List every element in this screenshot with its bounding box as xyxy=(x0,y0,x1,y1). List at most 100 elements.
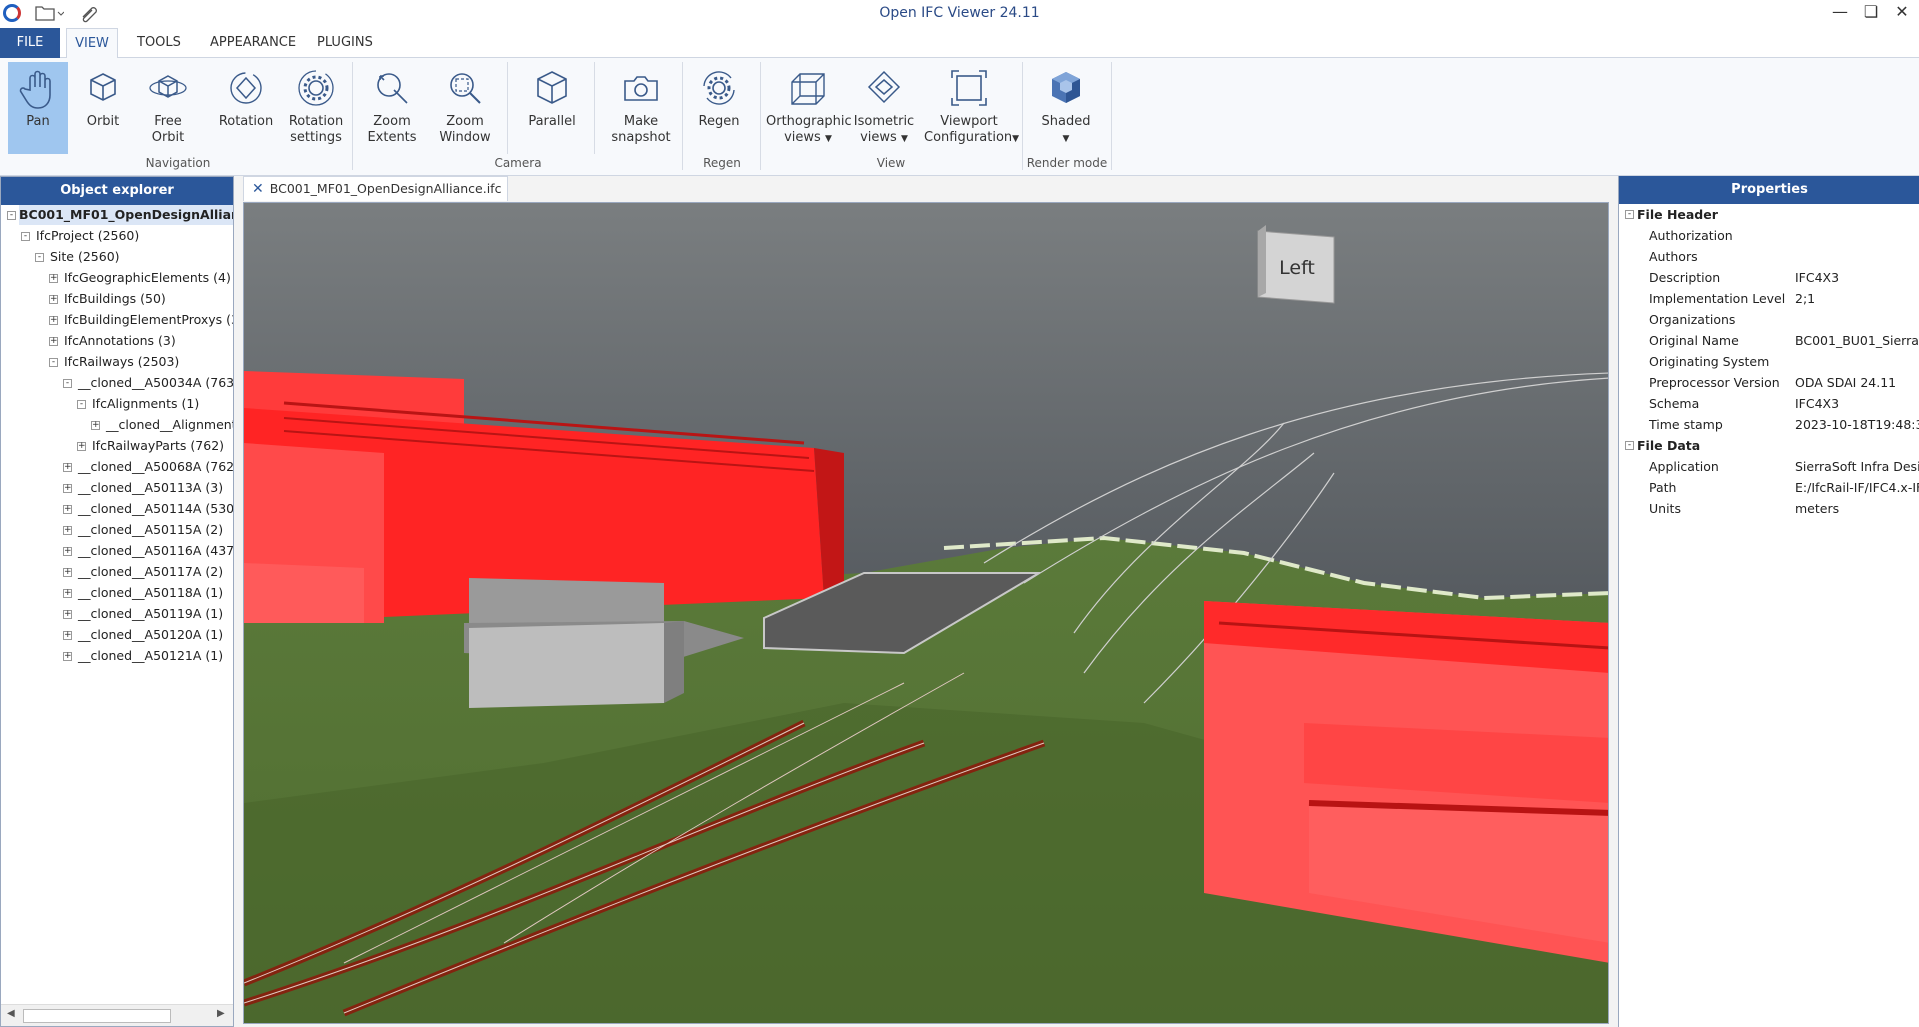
tree-item[interactable]: __cloned__A50115A (2) xyxy=(78,520,223,540)
isometric-views-button[interactable]: Isometric views ▼ xyxy=(852,62,916,154)
expand-toggle-icon[interactable]: + xyxy=(63,484,72,493)
property-row[interactable]: Units meters xyxy=(1619,498,1919,519)
tree-item[interactable]: IfcAlignments (1) xyxy=(92,394,199,414)
zoom-window-button[interactable]: Zoom Window xyxy=(432,62,498,154)
property-row[interactable]: Path E:/IfcRail-IF/IFC4.x-IF/ xyxy=(1619,477,1919,498)
tab-view[interactable]: VIEW xyxy=(66,28,118,59)
tree-item[interactable]: Site (2560) xyxy=(50,247,120,267)
expand-toggle-icon[interactable]: + xyxy=(63,589,72,598)
horizontal-scrollbar[interactable]: ◀ ▶ xyxy=(1,1004,233,1026)
property-row[interactable]: Originating System xyxy=(1619,351,1919,372)
property-section-header[interactable]: File Data xyxy=(1637,435,1700,456)
make-snapshot-button[interactable]: Make snapshot xyxy=(604,62,678,154)
tree-item[interactable]: __cloned__A50114A (530) xyxy=(78,499,233,519)
tree-item[interactable]: __cloned__A50116A (437) xyxy=(78,541,233,561)
expand-toggle-icon[interactable]: + xyxy=(91,421,100,430)
expand-toggle-icon[interactable]: + xyxy=(63,547,72,556)
document-tab[interactable]: ✕ BC001_MF01_OpenDesignAlliance.ifc xyxy=(243,176,509,201)
expand-toggle-icon[interactable]: + xyxy=(63,568,72,577)
expand-toggle-icon[interactable]: + xyxy=(63,631,72,640)
pan-button[interactable]: Pan xyxy=(8,62,68,154)
tab-file[interactable]: FILE xyxy=(0,28,60,58)
tree-item[interactable]: __cloned__A50034A (763) xyxy=(78,373,233,393)
property-row[interactable]: Authorization xyxy=(1619,225,1919,246)
property-row[interactable]: Original Name BC001_BU01_SierraSo xyxy=(1619,330,1919,351)
tree-item[interactable]: IfcBuildings (50) xyxy=(64,289,166,309)
tree-item[interactable]: IfcAnnotations (3) xyxy=(64,331,176,351)
tree-item[interactable]: IfcRailwayParts (762) xyxy=(92,436,224,456)
scroll-thumb[interactable] xyxy=(23,1009,171,1023)
property-value: meters xyxy=(1795,501,1840,516)
viewport-configuration-button[interactable]: Viewport Configuration▼ xyxy=(924,62,1019,154)
property-row[interactable]: Organizations xyxy=(1619,309,1919,330)
tree-item[interactable]: __cloned__A50121A (1) xyxy=(78,646,223,666)
property-row[interactable]: Preprocessor Version ODA SDAI 24.11 xyxy=(1619,372,1919,393)
property-value: E:/IfcRail-IF/IFC4.x-IF/ xyxy=(1795,480,1919,495)
collapse-toggle-icon[interactable]: - xyxy=(49,358,58,367)
rotation-button[interactable]: Rotation xyxy=(210,62,282,154)
expand-toggle-icon[interactable]: + xyxy=(63,652,72,661)
tree-item[interactable]: __cloned__A50068A (762) xyxy=(78,457,233,477)
minimize-button[interactable]: — xyxy=(1825,2,1855,24)
property-row[interactable]: Application SierraSoft Infra Design xyxy=(1619,456,1919,477)
shaded-button[interactable]: Shaded ▼ xyxy=(1034,62,1098,154)
dropdown-arrow-icon: ▼ xyxy=(824,134,832,144)
scroll-left-icon[interactable]: ◀ xyxy=(7,1008,15,1019)
expand-toggle-icon[interactable]: + xyxy=(63,505,72,514)
tree-item[interactable]: IfcRailways (2503) xyxy=(64,352,179,372)
tree-item[interactable]: IfcProject (2560) xyxy=(36,226,139,246)
collapse-toggle-icon[interactable]: - xyxy=(77,400,86,409)
orthographic-views-button[interactable]: Orthographic views ▼ xyxy=(766,62,852,154)
expand-toggle-icon[interactable]: + xyxy=(63,526,72,535)
property-key: Authorization xyxy=(1649,228,1733,243)
tab-appearance[interactable]: APPEARANCE xyxy=(198,28,308,58)
expand-toggle-icon[interactable]: + xyxy=(63,463,72,472)
regen-button[interactable]: Regen xyxy=(688,62,750,154)
tab-plugins[interactable]: PLUGINS xyxy=(305,28,385,58)
expand-toggle-icon[interactable]: + xyxy=(49,337,58,346)
parallel-button[interactable]: Parallel xyxy=(516,62,588,154)
tree-item[interactable]: __cloned__A50117A (2) xyxy=(78,562,223,582)
close-tab-icon[interactable]: ✕ xyxy=(252,181,264,197)
tree-item[interactable]: __cloned__A50118A (1) xyxy=(78,583,223,603)
property-row[interactable]: Description IFC4X3 xyxy=(1619,267,1919,288)
zoom-extents-button[interactable]: Zoom Extents xyxy=(358,62,426,154)
tree-item[interactable]: __cloned__A50113A (3) xyxy=(78,478,223,498)
collapse-toggle-icon[interactable]: - xyxy=(1625,441,1634,450)
property-key: Units xyxy=(1649,501,1681,516)
tree-root[interactable]: BC001_MF01_OpenDesignAlliance.i xyxy=(19,205,233,225)
collapse-toggle-icon[interactable]: - xyxy=(35,253,44,262)
scroll-right-icon[interactable]: ▶ xyxy=(217,1008,225,1019)
property-section-header[interactable]: File Header xyxy=(1637,204,1718,225)
collapse-toggle-icon[interactable]: - xyxy=(21,232,30,241)
tree-item[interactable]: __cloned__Alignment - xyxy=(106,415,233,435)
expand-toggle-icon[interactable]: + xyxy=(49,274,58,283)
property-row[interactable]: Authors xyxy=(1619,246,1919,267)
object-tree[interactable]: - BC001_MF01_OpenDesignAlliance.i -IfcPr… xyxy=(1,205,233,1000)
orbit-button[interactable]: Orbit xyxy=(72,62,134,154)
3d-viewport[interactable]: Left xyxy=(243,202,1609,1024)
tree-item[interactable]: IfcBuildingElementProxys (3) xyxy=(64,310,233,330)
tree-item[interactable]: __cloned__A50120A (1) xyxy=(78,625,223,645)
collapse-toggle-icon[interactable]: - xyxy=(1625,210,1634,219)
collapse-toggle-icon[interactable]: - xyxy=(63,379,72,388)
expand-toggle-icon[interactable]: + xyxy=(63,610,72,619)
expand-toggle-icon[interactable]: + xyxy=(49,295,58,304)
property-row[interactable]: Time stamp 2023-10-18T19:48:38 xyxy=(1619,414,1919,435)
view-cube-label[interactable]: Left xyxy=(1264,257,1330,279)
free-orbit-button[interactable]: Free Orbit xyxy=(136,62,200,154)
property-row[interactable]: Implementation Level 2;1 xyxy=(1619,288,1919,309)
restore-button[interactable]: ❏ xyxy=(1856,2,1886,24)
group-label-regen: Regen xyxy=(703,156,741,170)
property-row[interactable]: Schema IFC4X3 xyxy=(1619,393,1919,414)
property-value: 2;1 xyxy=(1795,291,1816,306)
rotation-settings-button[interactable]: Rotation settings xyxy=(284,62,348,154)
expand-toggle-icon[interactable]: + xyxy=(49,316,58,325)
collapse-toggle-icon[interactable]: - xyxy=(7,211,16,220)
expand-toggle-icon[interactable]: + xyxy=(77,442,86,451)
tab-tools[interactable]: TOOLS xyxy=(125,28,193,58)
tree-item[interactable]: IfcGeographicElements (4) xyxy=(64,268,231,288)
group-separator xyxy=(760,62,761,170)
tree-item[interactable]: __cloned__A50119A (1) xyxy=(78,604,223,624)
close-button[interactable]: ✕ xyxy=(1887,2,1917,24)
